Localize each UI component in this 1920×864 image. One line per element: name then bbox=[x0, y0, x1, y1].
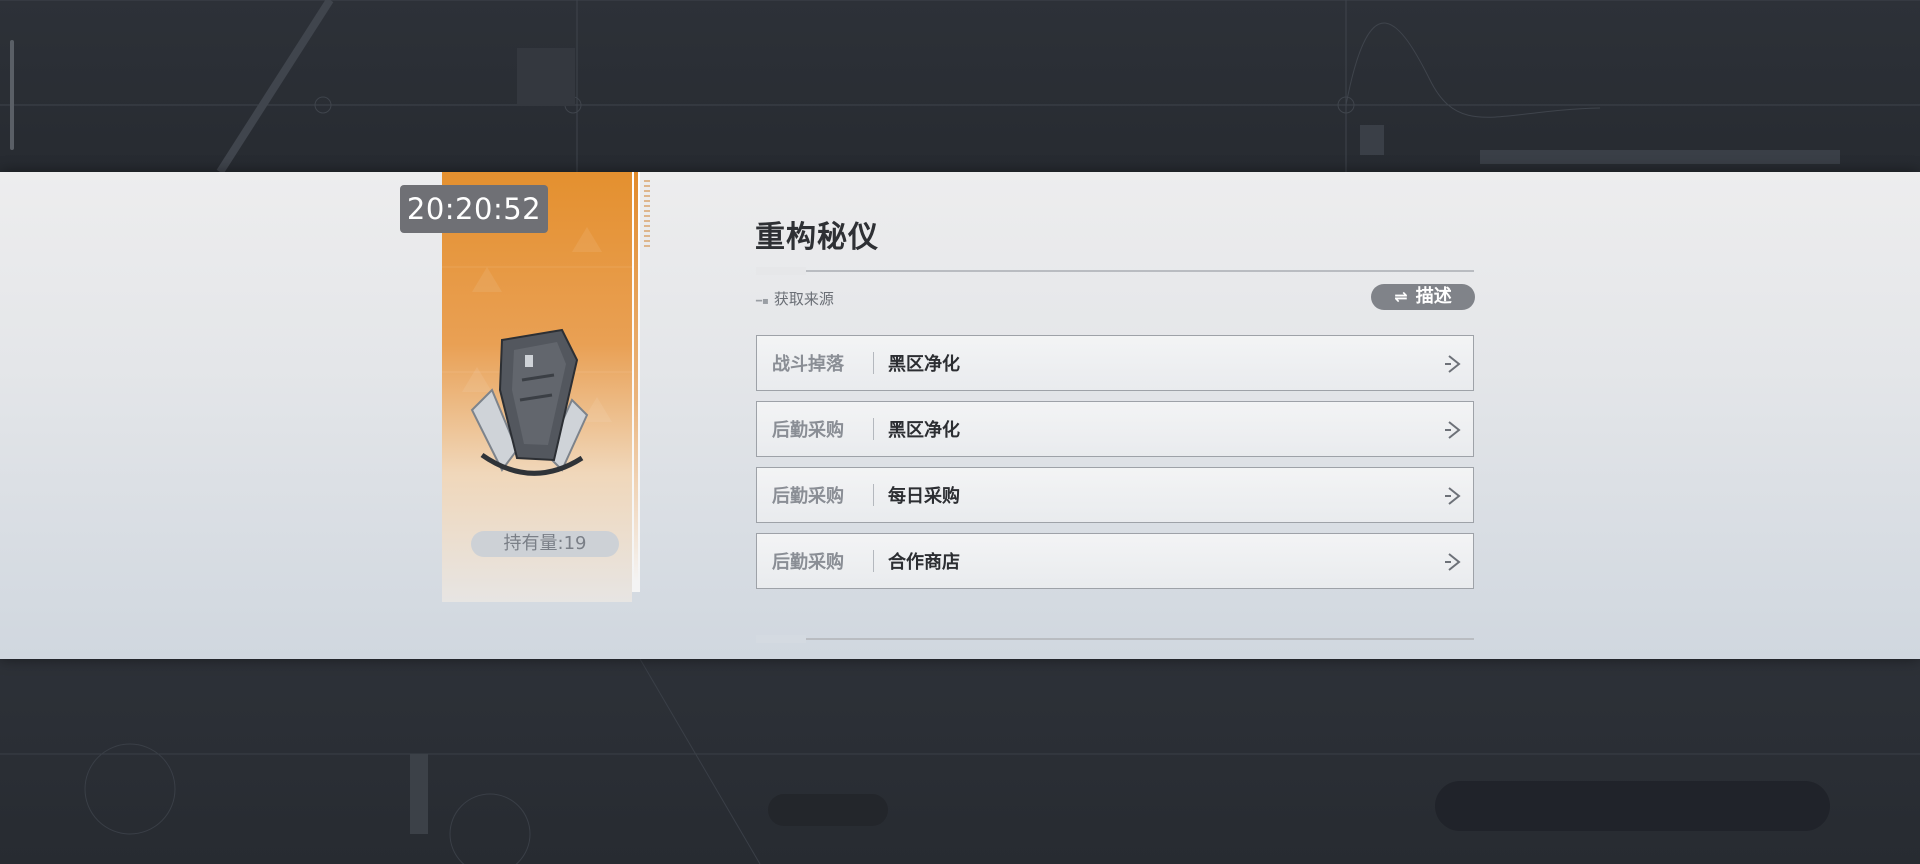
item-title: 重构秘仪 bbox=[755, 220, 879, 255]
section-header-label: 获取来源 bbox=[773, 290, 834, 308]
card-stripe-marks bbox=[644, 180, 650, 250]
source-type: 后勤采购 bbox=[772, 420, 844, 441]
source-row[interactable]: 后勤采购 黑区净化 bbox=[756, 401, 1474, 457]
bullet-icon: ━▪ bbox=[756, 296, 769, 307]
chevron-right-icon bbox=[1445, 421, 1461, 439]
section-header: ━▪ 获取来源 bbox=[756, 288, 834, 309]
background-scenery-top bbox=[0, 0, 1920, 172]
holding-count: 持有量:19 bbox=[471, 531, 619, 557]
description-toggle-button[interactable]: ⇌ 描述 bbox=[1371, 284, 1475, 310]
source-name: 合作商店 bbox=[888, 552, 960, 573]
source-row[interactable]: 后勤采购 每日采购 bbox=[756, 467, 1474, 523]
chevron-right-icon bbox=[1445, 487, 1461, 505]
item-timer: 20:20:52 bbox=[400, 185, 548, 233]
swap-arrows-icon: ⇌ bbox=[1394, 287, 1408, 306]
chevron-right-icon bbox=[1445, 355, 1461, 373]
source-name: 黑区净化 bbox=[888, 420, 960, 441]
source-name: 黑区净化 bbox=[888, 354, 960, 375]
source-row[interactable]: 后勤采购 合作商店 bbox=[756, 533, 1474, 589]
source-type: 后勤采购 bbox=[772, 552, 844, 573]
item-source-panel: 20:20:52 持有量:19 重构秘仪 ━▪ 获取来源 ⇌ 描述 战斗掉落 黑区… bbox=[0, 172, 1920, 659]
source-type: 后勤采购 bbox=[772, 486, 844, 507]
title-divider bbox=[756, 267, 1474, 275]
source-name: 每日采购 bbox=[888, 486, 960, 507]
description-toggle-label: 描述 bbox=[1415, 286, 1452, 307]
card-side-stripe bbox=[632, 172, 640, 592]
source-list: 战斗掉落 黑区净化 后勤采购 黑区净化 后勤采购 每日采购 后勤采购 合作商店 bbox=[756, 335, 1474, 599]
source-type: 战斗掉落 bbox=[772, 354, 844, 375]
item-icon bbox=[470, 328, 589, 476]
background-top bbox=[0, 0, 1920, 172]
background-bottom bbox=[0, 659, 1920, 864]
chevron-right-icon bbox=[1445, 553, 1461, 571]
background-scenery-bottom bbox=[0, 659, 1920, 864]
source-row[interactable]: 战斗掉落 黑区净化 bbox=[756, 335, 1474, 391]
bottom-divider bbox=[756, 635, 1474, 643]
